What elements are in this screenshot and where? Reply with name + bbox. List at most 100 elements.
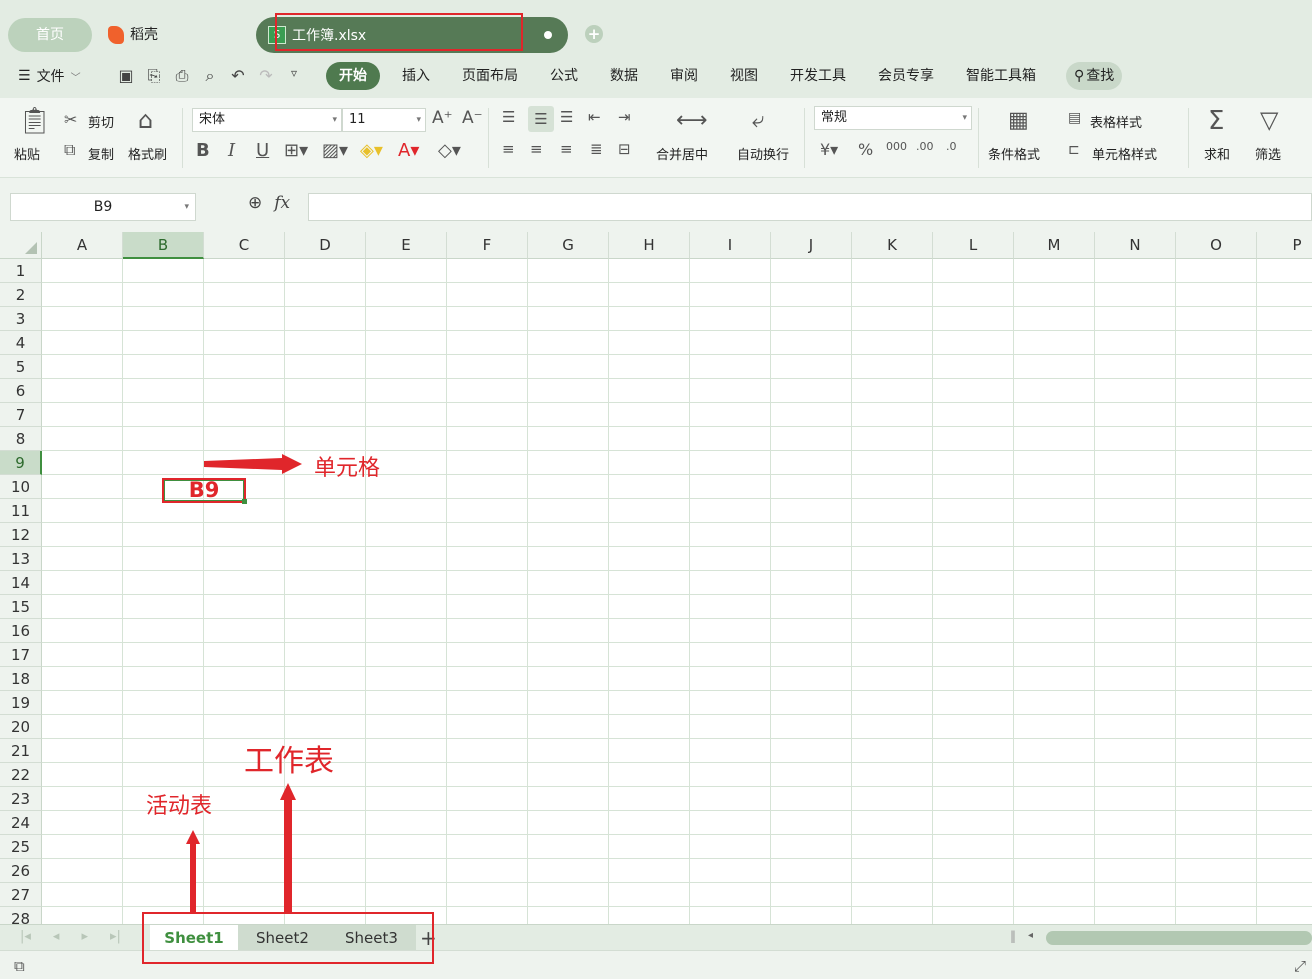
fill-handle[interactable] xyxy=(242,499,247,504)
table-style-button[interactable]: 表格样式 xyxy=(1090,112,1142,131)
column-header[interactable]: K xyxy=(852,232,933,259)
tab-smart-toolbox[interactable]: 智能工具箱 xyxy=(950,62,1052,90)
zoom-search-icon[interactable]: ⊕ xyxy=(248,193,262,213)
borders-icon[interactable]: ⊞▾ xyxy=(284,140,308,161)
selected-cell-b9[interactable]: B9 xyxy=(162,478,246,503)
row-header[interactable]: 23 xyxy=(0,787,42,811)
undo-icon[interactable]: ↶ xyxy=(228,66,248,86)
column-header[interactable]: E xyxy=(366,232,447,259)
row-header[interactable]: 5 xyxy=(0,355,42,379)
distributed-icon[interactable]: ⊟ xyxy=(618,140,631,158)
column-header[interactable]: J xyxy=(771,232,852,259)
row-header[interactable]: 27 xyxy=(0,883,42,907)
font-name-select[interactable]: 宋体 ▾ xyxy=(192,108,342,132)
column-header[interactable]: C xyxy=(204,232,285,259)
tab-data[interactable]: 数据 xyxy=(594,62,654,90)
row-header[interactable]: 22 xyxy=(0,763,42,787)
bold-icon[interactable]: B xyxy=(196,140,210,161)
sheet-tab-1[interactable]: Sheet1 xyxy=(150,925,238,951)
column-header[interactable]: D xyxy=(285,232,366,259)
name-box[interactable]: B9 ▾ xyxy=(10,193,196,221)
cell-area[interactable]: B9 xyxy=(42,259,1312,924)
filter-button[interactable]: 筛选 xyxy=(1255,144,1281,163)
horizontal-scrollbar[interactable] xyxy=(1046,931,1312,945)
column-header[interactable]: F xyxy=(447,232,528,259)
decrease-font-icon[interactable]: A⁻ xyxy=(462,108,483,128)
cell-shading-icon[interactable]: ▨▾ xyxy=(322,140,348,161)
sheet-tab-3[interactable]: Sheet3 xyxy=(327,925,416,951)
print-icon[interactable]: ⎙ xyxy=(172,66,192,86)
wrap-text-icon[interactable]: ⤶ xyxy=(752,108,764,133)
formula-input[interactable] xyxy=(308,193,1312,221)
column-header[interactable]: L xyxy=(933,232,1014,259)
unsaved-dot-icon[interactable] xyxy=(544,31,552,39)
format-painter-icon[interactable]: ⌂ xyxy=(138,106,153,134)
underline-icon[interactable]: U xyxy=(256,140,269,161)
tab-home-ribbon[interactable]: 开始 xyxy=(326,62,380,90)
new-tab-button[interactable]: + xyxy=(585,25,603,43)
sheet-tab-2[interactable]: Sheet2 xyxy=(238,925,327,951)
export-icon[interactable]: ⎘ xyxy=(144,66,164,86)
increase-indent-icon[interactable]: ⇥ xyxy=(618,108,631,126)
filter-icon[interactable]: ▽ xyxy=(1260,106,1278,134)
row-header[interactable]: 17 xyxy=(0,643,42,667)
cell-style-icon[interactable]: ⊏ xyxy=(1068,142,1080,158)
clear-format-icon[interactable]: ◇▾ xyxy=(438,140,461,161)
thousands-icon[interactable]: 000 xyxy=(886,140,907,153)
row-header[interactable]: 18 xyxy=(0,667,42,691)
align-right-icon[interactable]: ≡ xyxy=(560,140,573,158)
add-sheet-button[interactable]: + xyxy=(420,925,437,951)
tab-developer[interactable]: 开发工具 xyxy=(774,62,862,90)
column-header[interactable]: I xyxy=(690,232,771,259)
copy-button[interactable]: 复制 xyxy=(88,144,114,163)
align-bottom-icon[interactable]: ☰ xyxy=(560,108,573,126)
row-header[interactable]: 9 xyxy=(0,451,42,475)
row-header[interactable]: 4 xyxy=(0,331,42,355)
insert-function-button[interactable]: fx xyxy=(274,193,290,213)
macro-record-icon[interactable]: ⧉ xyxy=(14,957,25,975)
row-header[interactable]: 6 xyxy=(0,379,42,403)
row-header[interactable]: 14 xyxy=(0,571,42,595)
tab-home[interactable]: 首页 xyxy=(8,18,92,52)
number-format-select[interactable]: 常规 ▾ xyxy=(814,106,972,130)
file-menu-button[interactable]: ☰ 文件 ﹀ xyxy=(18,66,81,86)
row-header[interactable]: 3 xyxy=(0,307,42,331)
copy-icon[interactable]: ⧉ xyxy=(64,140,75,160)
tab-insert[interactable]: 插入 xyxy=(386,62,446,90)
first-sheet-icon[interactable]: |◂ xyxy=(20,929,31,944)
fullscreen-icon[interactable]: ⤢ xyxy=(1294,957,1306,975)
percent-icon[interactable]: % xyxy=(858,140,873,159)
align-left-icon[interactable]: ≡ xyxy=(502,140,515,158)
merge-center-button[interactable]: 合并居中 xyxy=(656,144,708,163)
tab-formulas[interactable]: 公式 xyxy=(534,62,594,90)
last-sheet-icon[interactable]: ▸| xyxy=(110,929,121,944)
row-header[interactable]: 13 xyxy=(0,547,42,571)
font-size-select[interactable]: 11 ▾ xyxy=(342,108,426,132)
row-header[interactable]: 24 xyxy=(0,811,42,835)
row-header[interactable]: 25 xyxy=(0,835,42,859)
select-all-button[interactable] xyxy=(0,232,42,259)
decrease-indent-icon[interactable]: ⇤ xyxy=(588,108,601,126)
column-header[interactable]: N xyxy=(1095,232,1176,259)
currency-icon[interactable]: ¥▾ xyxy=(820,140,838,159)
redo-icon[interactable]: ↷ xyxy=(256,66,276,86)
conditional-format-button[interactable]: 条件格式 xyxy=(988,144,1040,163)
align-middle-icon[interactable]: ☰ xyxy=(528,106,554,132)
next-sheet-icon[interactable]: ▸ xyxy=(81,929,88,944)
column-header[interactable]: P xyxy=(1257,232,1312,259)
tab-daoke[interactable]: 稻壳 xyxy=(108,18,158,52)
tab-view[interactable]: 视图 xyxy=(714,62,774,90)
tab-page-layout[interactable]: 页面布局 xyxy=(446,62,534,90)
align-top-icon[interactable]: ☰ xyxy=(502,108,515,126)
tab-document[interactable]: S 工作簿.xlsx xyxy=(256,17,568,53)
prev-sheet-icon[interactable]: ◂ xyxy=(53,929,60,944)
customize-toolbar-icon[interactable]: ▿ xyxy=(284,66,304,86)
scissors-icon[interactable]: ✂ xyxy=(64,110,77,129)
conditional-format-icon[interactable]: ▦ xyxy=(1008,108,1029,133)
row-header[interactable]: 26 xyxy=(0,859,42,883)
row-header[interactable]: 11 xyxy=(0,499,42,523)
search-button[interactable]: ⚲ 查找 xyxy=(1066,62,1123,90)
increase-decimal-icon[interactable]: .00 xyxy=(916,140,934,153)
fill-color-icon[interactable]: ◈▾ xyxy=(360,140,383,161)
row-header[interactable]: 8 xyxy=(0,427,42,451)
